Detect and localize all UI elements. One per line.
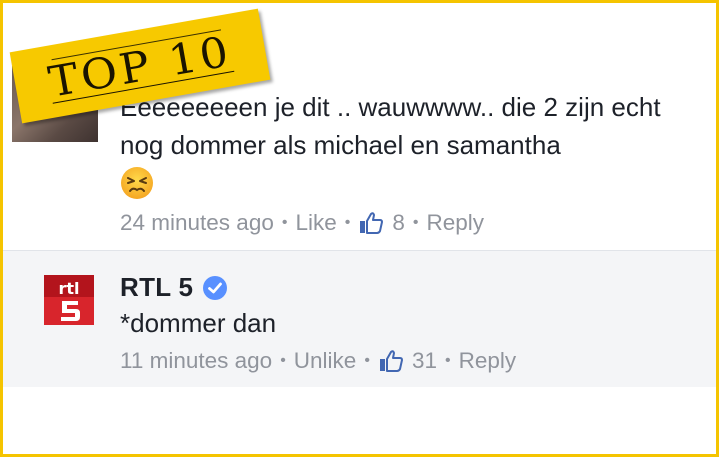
reply-link[interactable]: Reply	[459, 348, 517, 374]
reply-timestamp[interactable]: 11 minutes ago	[120, 348, 272, 374]
reply-text: *dommer dan	[120, 308, 277, 338]
rtl5-avatar[interactable]: rtl	[44, 275, 94, 325]
persevering-face-emoji-icon	[121, 167, 153, 199]
reply-meta: 11 minutes ago • Unlike • 31 • Reply	[120, 348, 517, 374]
verified-badge-icon	[203, 275, 228, 300]
comment-text: Eeeeeeeeen je dit .. wauwwww.. die 2 zij…	[120, 92, 661, 160]
unlike-link[interactable]: Unlike	[294, 348, 357, 374]
comment-timestamp[interactable]: 24 minutes ago	[120, 210, 274, 236]
thumbs-up-icon[interactable]	[378, 348, 404, 374]
thumbs-up-icon[interactable]	[358, 210, 384, 236]
author-name[interactable]: RTL 5	[120, 272, 193, 303]
comment-meta: 24 minutes ago • Like • 8 • Reply	[120, 210, 485, 236]
comment-author: RTL 5	[120, 272, 228, 303]
like-count: 31	[411, 348, 437, 373]
svg-text:rtl: rtl	[58, 279, 79, 298]
reply-link[interactable]: Reply	[426, 210, 484, 236]
rtl5-logo-icon: rtl	[44, 275, 94, 325]
like-link[interactable]: Like	[295, 210, 336, 236]
like-count: 8	[392, 210, 405, 235]
